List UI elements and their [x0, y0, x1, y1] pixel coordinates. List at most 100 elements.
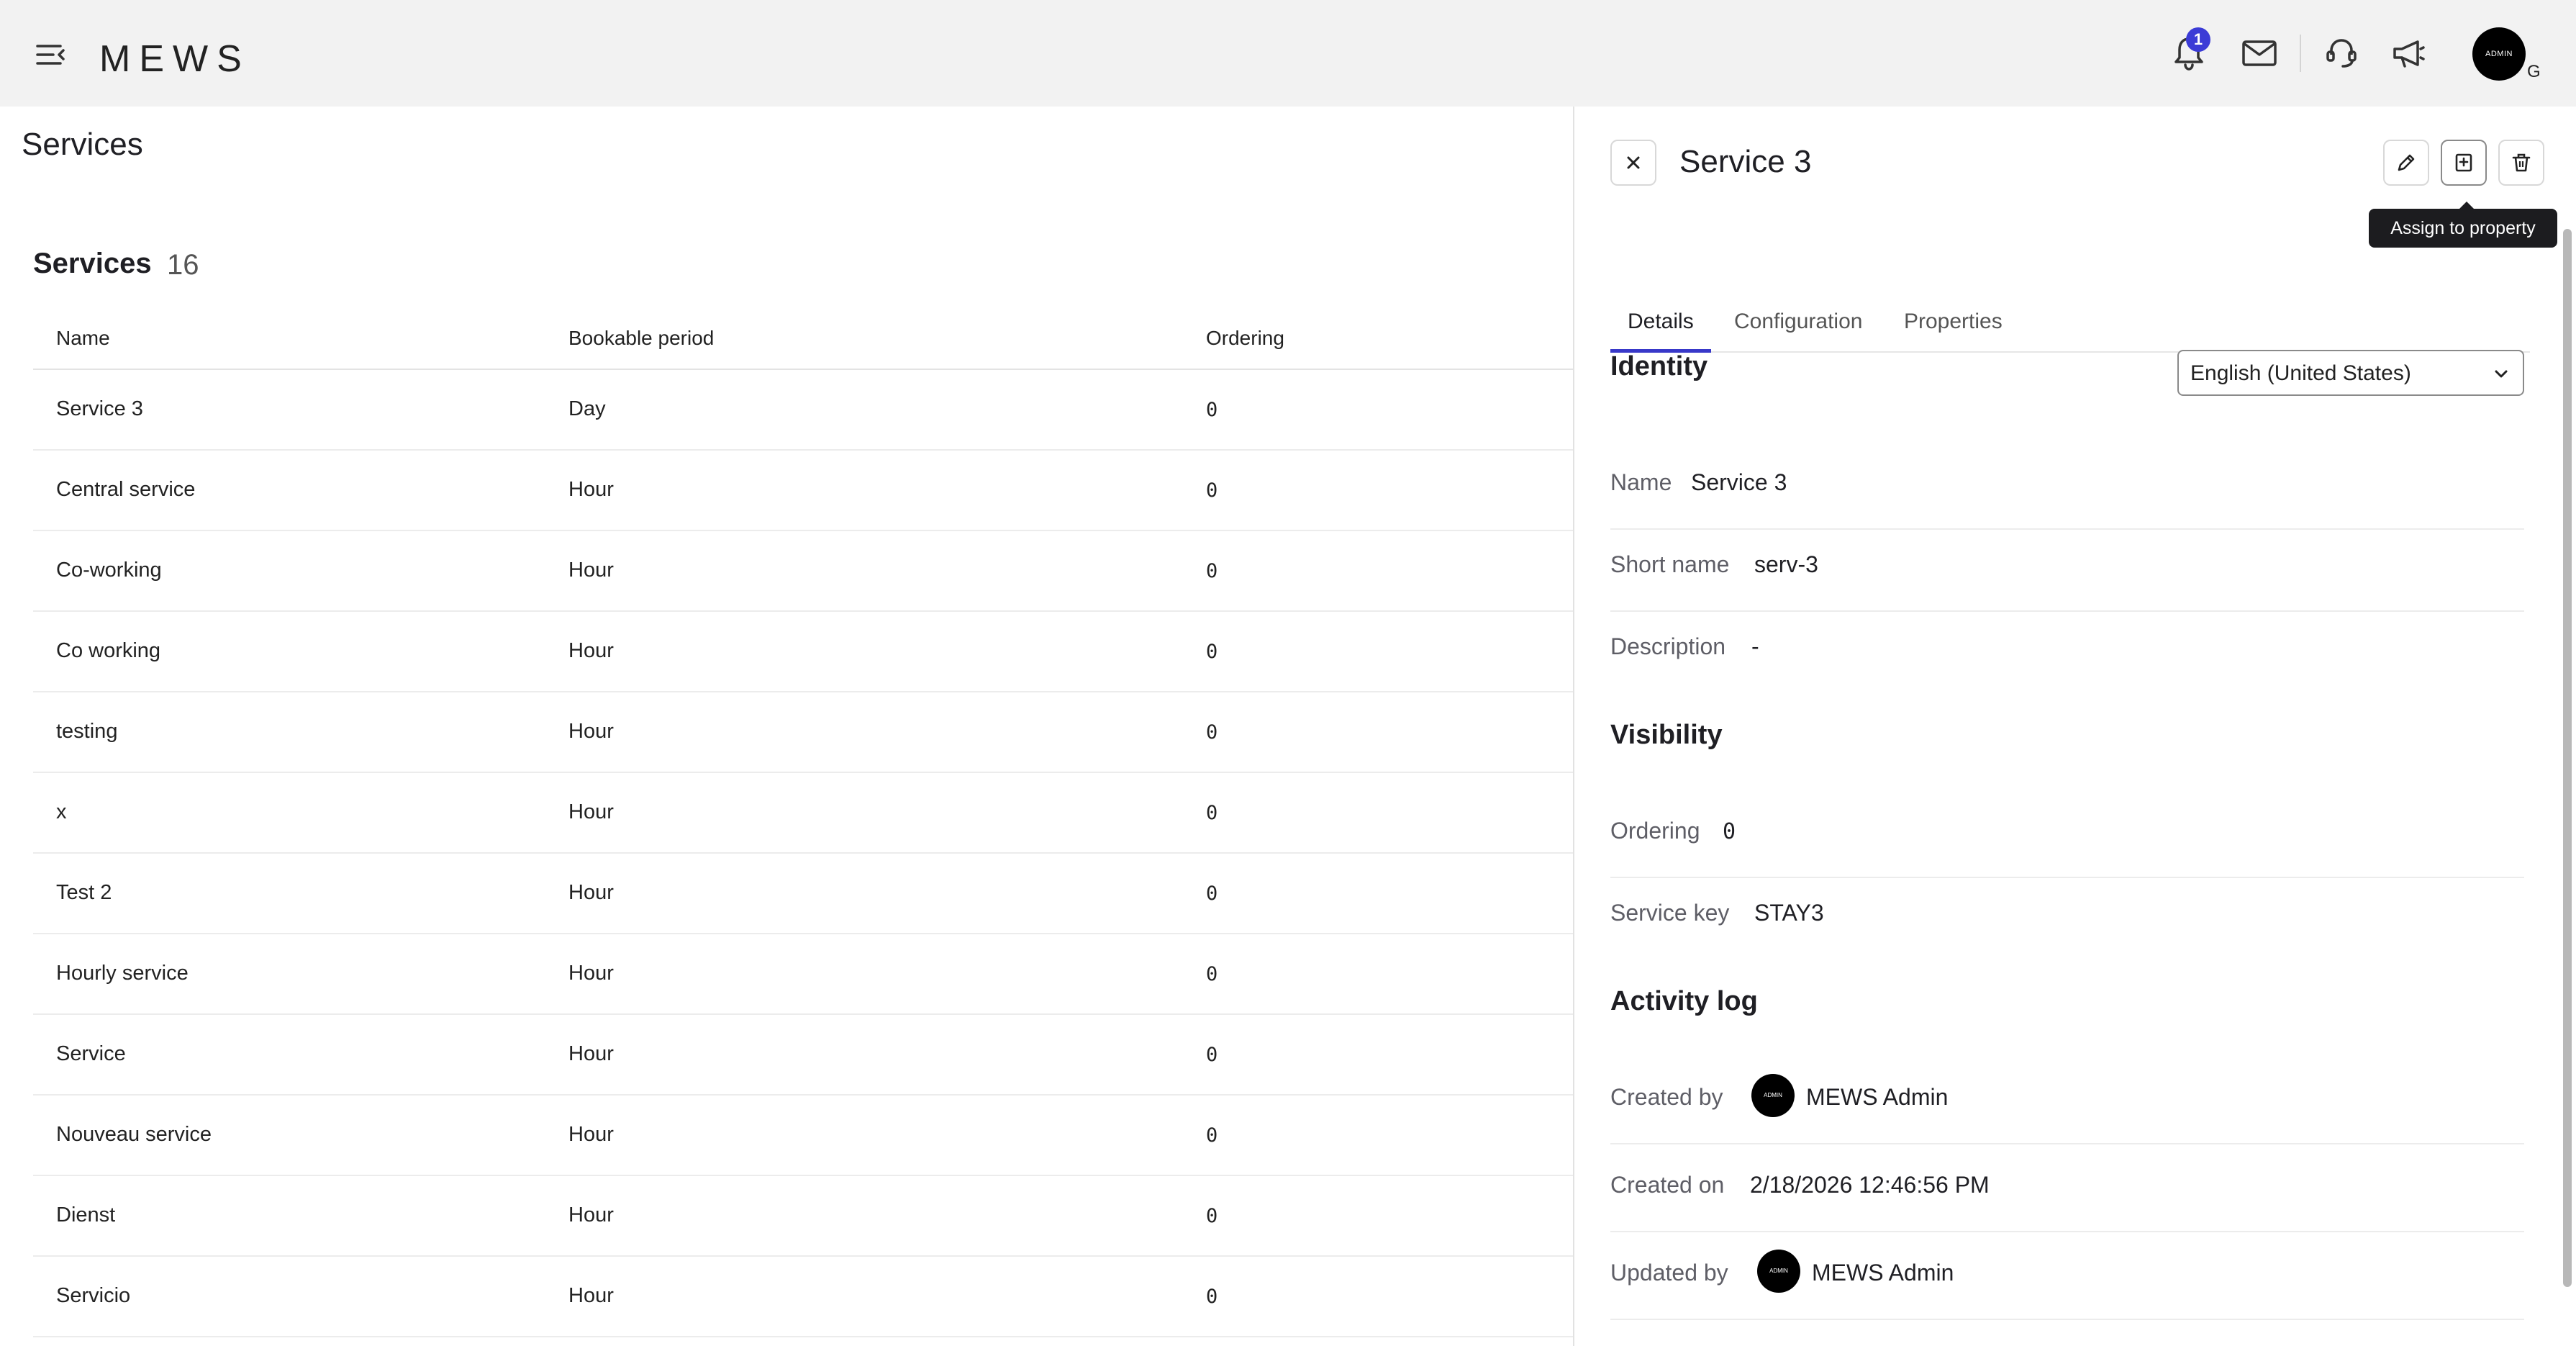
column-header-bookable-period[interactable]: Bookable period [568, 327, 714, 350]
services-count: 16 [167, 249, 199, 281]
ordering-cell: 0 [1206, 1044, 1218, 1066]
table-row[interactable]: Central service Hour 0 [33, 451, 1573, 531]
ordering-cell: 0 [1206, 963, 1218, 985]
close-panel-button[interactable] [1610, 140, 1656, 186]
language-select[interactable]: English (United States) [2177, 350, 2524, 396]
bookable-period-cell: Hour [568, 1203, 614, 1227]
table-row[interactable]: Dienst Hour 0 [33, 1176, 1573, 1257]
created-on-field: Created on 2/18/2026 12:46:56 PM [1610, 1150, 2524, 1232]
created-on-value: 2/18/2026 12:46:56 PM [1750, 1172, 1990, 1198]
ordering-cell: 0 [1206, 399, 1218, 421]
name-value: Service 3 [1691, 469, 1787, 495]
table-row[interactable]: Co-working Hour 0 [33, 531, 1573, 612]
tab-properties[interactable]: Properties [1887, 302, 2020, 353]
bookable-period-cell: Hour [568, 720, 614, 743]
updated-by-value[interactable]: MEWS Admin [1812, 1260, 1954, 1286]
service-key-value: STAY3 [1754, 900, 1824, 926]
mail-icon[interactable] [2239, 33, 2280, 73]
service-name-cell: Co working [56, 639, 161, 662]
bookable-period-cell: Hour [568, 962, 614, 985]
table-row[interactable]: testing Hour 0 [33, 692, 1573, 773]
column-header-name[interactable]: Name [56, 327, 110, 350]
headset-icon[interactable] [2321, 33, 2362, 73]
bookable-period-cell: Hour [568, 559, 614, 582]
tab-details[interactable]: Details [1610, 302, 1711, 353]
service-name-cell: Nouveau service [56, 1123, 212, 1146]
edit-button[interactable] [2383, 140, 2429, 186]
assign-to-property-tooltip: Assign to property [2369, 209, 2557, 248]
assign-to-property-icon [2455, 153, 2472, 172]
table-row[interactable]: x Hour 0 [33, 773, 1573, 854]
service-name-cell: Co-working [56, 559, 162, 582]
ordering-field: Ordering 0 [1610, 796, 2524, 878]
table-row[interactable]: Hourly service Hour 0 [33, 934, 1573, 1015]
name-field: Name Service 3 [1610, 448, 2524, 530]
bookable-period-cell: Hour [568, 478, 614, 501]
ordering-cell: 0 [1206, 641, 1218, 663]
service-name-cell: Hourly service [56, 962, 189, 985]
bookable-period-cell: Hour [568, 881, 614, 904]
service-name-cell: Central service [56, 478, 196, 501]
bookable-period-cell: Hour [568, 1284, 614, 1307]
updated-by-label: Updated by [1610, 1260, 1728, 1286]
service-name-cell: Servicio [56, 1284, 131, 1307]
page-title: Services [22, 127, 143, 162]
table-row[interactable]: Servicio Hour 0 [33, 1257, 1573, 1337]
ordering-cell: 0 [1206, 802, 1218, 824]
service-key-label: Service key [1610, 900, 1730, 926]
mews-logo[interactable]: MEWS [99, 37, 250, 81]
visibility-heading: Visibility [1610, 720, 1723, 750]
service-name-cell: Test 2 [56, 881, 112, 904]
language-select-value: English (United States) [2190, 361, 2411, 385]
pencil-icon [2398, 154, 2415, 171]
service-name-cell: x [56, 800, 67, 823]
updated-by-field: Updated by ADMIN MEWS Admin [1610, 1238, 2524, 1320]
megaphone-icon[interactable] [2389, 33, 2429, 73]
avatar-initial: G [2527, 62, 2541, 81]
tab-configuration[interactable]: Configuration [1717, 302, 1879, 353]
table-row[interactable]: Service 3 Day 0 [33, 370, 1573, 451]
service-name-cell: Dienst [56, 1203, 116, 1227]
assign-to-property-button[interactable] [2441, 140, 2487, 186]
ordering-label: Ordering [1610, 818, 1700, 844]
bookable-period-cell: Hour [568, 1123, 614, 1146]
ordering-cell: 0 [1206, 882, 1218, 905]
ordering-cell: 0 [1206, 1286, 1218, 1308]
panel-title: Service 3 [1679, 144, 1812, 179]
description-value: - [1751, 633, 1759, 659]
ordering-cell: 0 [1206, 479, 1218, 502]
ordering-value: 0 [1723, 819, 1736, 844]
table-row[interactable]: Nouveau service Hour 0 [33, 1096, 1573, 1176]
tooltip-arrow [2459, 202, 2474, 209]
bookable-period-cell: Hour [568, 639, 614, 662]
menu-collapse-icon[interactable] [32, 39, 69, 71]
table-header: Name Bookable period Ordering [33, 320, 1573, 370]
table-row[interactable]: Co working Hour 0 [33, 612, 1573, 692]
trash-icon [2512, 153, 2531, 172]
ordering-cell: 0 [1206, 1124, 1218, 1147]
service-key-field: Service key STAY3 [1610, 878, 2524, 960]
close-icon [1627, 156, 1640, 169]
ordering-cell: 0 [1206, 560, 1218, 582]
description-label: Description [1610, 633, 1726, 659]
column-header-ordering[interactable]: Ordering [1206, 327, 1284, 350]
created-by-field: Created by ADMIN MEWS Admin [1610, 1062, 2524, 1144]
service-name-cell: Service 3 [56, 397, 143, 420]
short-name-label: Short name [1610, 551, 1730, 577]
created-by-label: Created by [1610, 1084, 1723, 1110]
short-name-value: serv-3 [1754, 551, 1818, 577]
panel-scrollbar[interactable] [2563, 229, 2572, 1287]
delete-button[interactable] [2498, 140, 2544, 186]
user-avatar[interactable]: ADMIN [2472, 27, 2526, 81]
created-on-label: Created on [1610, 1172, 1725, 1198]
bookable-period-cell: Hour [568, 1042, 614, 1065]
table-row[interactable]: Service Hour 0 [33, 1015, 1573, 1096]
detail-tabs: Details Configuration Properties [1610, 302, 2530, 353]
ordering-cell: 0 [1206, 1205, 1218, 1227]
top-bar: MEWS 1 ADMIN G [0, 0, 2576, 107]
updated-by-avatar: ADMIN [1757, 1250, 1800, 1293]
created-by-value[interactable]: MEWS Admin [1806, 1084, 1948, 1111]
activity-log-heading: Activity log [1610, 986, 1758, 1016]
table-row[interactable]: Test 2 Hour 0 [33, 854, 1573, 934]
short-name-field: Short name serv-3 [1610, 530, 2524, 612]
